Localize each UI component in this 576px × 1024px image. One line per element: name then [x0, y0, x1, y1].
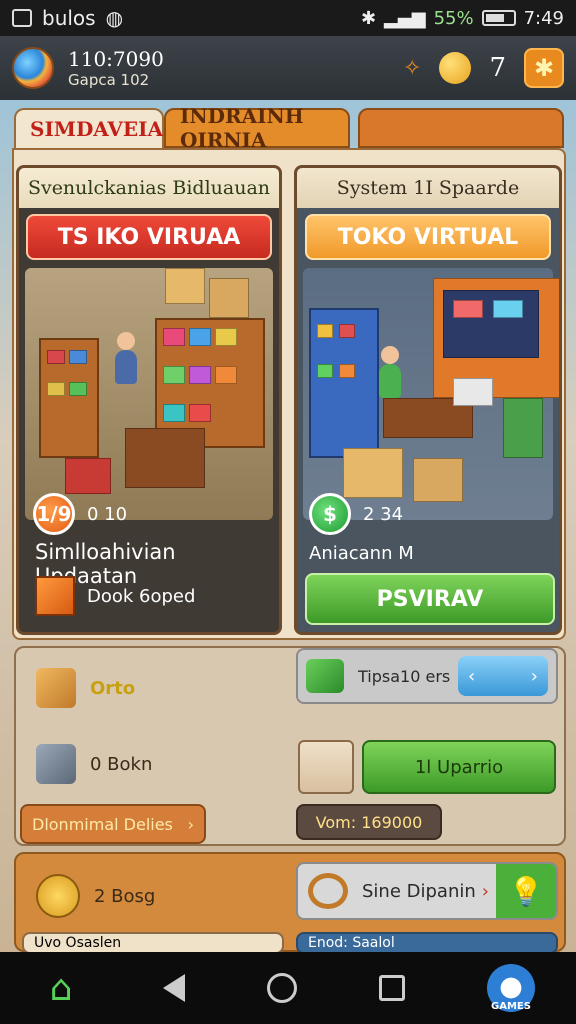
game-header: 110:7090 Gapca 102 ✧ 7 ✱: [0, 36, 576, 100]
resource-item-2: 0 Bokn: [90, 753, 153, 775]
play-button-right[interactable]: PSVIRAV: [305, 573, 555, 625]
tab-industri[interactable]: INDRAINH OIRNIA: [164, 104, 350, 152]
chevron-right-icon: ›: [481, 880, 489, 902]
games-launcher-button[interactable]: GAMES: [487, 964, 535, 1012]
card-left-header: Svenulckanias Bidluauan: [19, 168, 279, 208]
coin-badge-left: 1/9: [33, 493, 75, 535]
card-left-item-label: Dook 6oped: [87, 585, 196, 607]
home-icon[interactable]: ⌂: [41, 968, 81, 1009]
green-crate-icon: [306, 659, 344, 693]
bottom-action-button[interactable]: Sine Dipanin › 💡: [296, 862, 558, 920]
card-right-title: Aniacann M: [309, 543, 414, 564]
signal-icon: ▂▄▆: [384, 7, 426, 29]
sparkle-icon[interactable]: ✧: [403, 56, 421, 81]
player-info: 110:7090 Gapca 102: [68, 47, 164, 89]
operational-details-button[interactable]: Dlonmimal Delies ›: [20, 804, 206, 844]
card-right-header: System 1I Spaarde: [297, 168, 559, 208]
upgrade-button[interactable]: 1l Uparrio: [362, 740, 556, 794]
clock: 7:49: [523, 7, 564, 29]
games-label: GAMES: [491, 1001, 531, 1012]
bottom-sub-left[interactable]: Uvo Osaslen: [22, 932, 284, 954]
box-icon: [36, 668, 76, 708]
cube-icon: [35, 576, 75, 616]
toko-virtual-button-right[interactable]: TOKO VIRTUAL: [305, 214, 551, 260]
chevron-right-icon: ›: [187, 814, 194, 834]
status-bar: bulos ◍ ✱ ▂▄▆ 55% 7:49: [0, 0, 576, 36]
gold-coin-icon[interactable]: [439, 52, 472, 84]
store-card-right[interactable]: System 1I Spaarde TOKO VIRTUAL $ 2 34 An…: [294, 165, 562, 635]
lightbulb-icon: 💡: [496, 864, 556, 918]
gear-coin-icon: [36, 874, 80, 918]
battery-icon: [481, 10, 516, 26]
bottom-sub-right[interactable]: Enod: Saalol: [296, 932, 558, 954]
player-subtitle: Gapca 102: [68, 71, 150, 89]
bluetooth-icon: ✱: [360, 7, 377, 29]
magnet-icon: [308, 873, 348, 909]
player-name: 110:7090: [68, 47, 164, 71]
bottom-panel: 2 Bosg Sine Dipanin › 💡 Uvo Osaslen Enod…: [14, 852, 566, 954]
tape-icon[interactable]: [298, 740, 354, 794]
tab-extra[interactable]: [358, 108, 564, 148]
chevron-left-icon: ‹: [468, 665, 476, 687]
system-nav-bar: ⌂ GAMES: [0, 952, 576, 1024]
value-readout: Vom: 169000: [296, 804, 442, 840]
recents-icon[interactable]: [379, 975, 405, 1001]
player-level: 7: [489, 53, 506, 83]
tab-simulasi[interactable]: SIMDAVEIA: [14, 108, 164, 148]
chevron-right-icon: ›: [530, 665, 538, 687]
game-logo-icon[interactable]: [12, 47, 54, 89]
operational-details-label: Dlonmimal Delies: [32, 814, 173, 834]
notification-icon: ◍: [105, 6, 124, 30]
gallery-icon: [12, 9, 32, 27]
capacity-slider[interactable]: ‹ ›: [458, 656, 548, 696]
card-right-stat: 2 34: [363, 503, 404, 525]
battery-percent: 55%: [433, 7, 474, 29]
bottom-action-label: Sine Dipanin: [362, 880, 476, 902]
capacity-label: Tipsa10 ers: [358, 666, 451, 686]
capacity-row: Tipsa10 ers ‹ ›: [296, 648, 558, 704]
card-left-stat: 0 10: [87, 503, 128, 525]
status-app-name: bulos: [42, 6, 96, 30]
settings-button[interactable]: ✱: [524, 48, 564, 88]
home-circle-icon[interactable]: [267, 973, 297, 1003]
bottom-item-1: 2 Bosg: [94, 885, 156, 907]
toko-virtual-button-left[interactable]: TS IKO VIRUAA: [26, 214, 272, 260]
storage-icon: [36, 744, 76, 784]
store-illustration-right: [303, 268, 559, 520]
store-card-left[interactable]: Svenulckanias Bidluauan TS IKO VIRUAA 1/…: [16, 165, 282, 635]
resource-item-1: Orto: [90, 677, 136, 699]
dollar-coin-badge: $: [309, 493, 351, 535]
back-icon[interactable]: [163, 974, 185, 1002]
store-illustration-left: [25, 268, 273, 520]
resources-panel: Orto 0 Bokn Dlonmimal Delies › Tipsa10 e…: [14, 646, 566, 846]
